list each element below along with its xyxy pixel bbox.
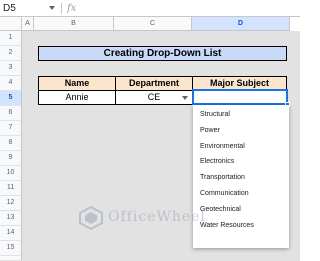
- row-header-16[interactable]: [0, 256, 22, 261]
- active-cell-selection: [192, 89, 288, 105]
- dropdown-option-structural[interactable]: Structural: [193, 107, 289, 123]
- row-header-9[interactable]: 9: [0, 151, 22, 166]
- row-header-15[interactable]: 15: [0, 241, 22, 256]
- dropdown-option-communication[interactable]: Communication: [193, 186, 289, 202]
- department-value: CE: [147, 92, 161, 102]
- select-all-corner[interactable]: [0, 17, 22, 31]
- row-header-7[interactable]: 7: [0, 121, 22, 136]
- row-header-8[interactable]: 8: [0, 136, 22, 151]
- row-header-12[interactable]: 12: [0, 196, 22, 211]
- watermark-text: OfficeWheel: [108, 209, 206, 225]
- header-name[interactable]: Name: [38, 76, 116, 91]
- row-header-2[interactable]: 2: [0, 46, 22, 61]
- header-department[interactable]: Department: [115, 76, 193, 91]
- grid-line: [290, 31, 291, 261]
- row-header-5[interactable]: 5: [0, 91, 22, 106]
- row-header-3[interactable]: 3: [0, 61, 22, 76]
- cell-name[interactable]: Annie: [38, 90, 116, 105]
- grid-line: [34, 31, 35, 261]
- column-header-b[interactable]: B: [34, 17, 114, 31]
- sheet-title[interactable]: Creating Drop-Down List: [38, 46, 287, 61]
- row-header-10[interactable]: 10: [0, 166, 22, 181]
- row-header-11[interactable]: 11: [0, 181, 22, 196]
- divider: [61, 3, 62, 14]
- dropdown-option-power[interactable]: Power: [193, 123, 289, 139]
- row-header-4[interactable]: 4: [0, 76, 22, 91]
- dropdown-option-environmental[interactable]: Environmental: [193, 139, 289, 155]
- watermark: OfficeWheel: [78, 205, 228, 231]
- row-header-6[interactable]: 6: [0, 106, 22, 121]
- column-header-c[interactable]: C: [114, 17, 192, 31]
- chevron-down-icon[interactable]: [49, 6, 55, 10]
- row-header-13[interactable]: 13: [0, 211, 22, 226]
- fx-icon: fx: [67, 3, 77, 14]
- formula-bar: D5 fx: [0, 0, 300, 17]
- dropdown-arrow-icon[interactable]: [182, 96, 188, 100]
- cell-department[interactable]: CE: [115, 90, 193, 105]
- officewheel-logo-icon: [79, 205, 103, 231]
- row-header-14[interactable]: 14: [0, 226, 22, 241]
- dropdown-option-electronics[interactable]: Electronics: [193, 154, 289, 170]
- column-header-a[interactable]: A: [22, 17, 34, 31]
- column-header-d[interactable]: D: [192, 17, 290, 31]
- dropdown-option-transportation[interactable]: Transportation: [193, 170, 289, 186]
- row-header-1[interactable]: 1: [0, 31, 22, 46]
